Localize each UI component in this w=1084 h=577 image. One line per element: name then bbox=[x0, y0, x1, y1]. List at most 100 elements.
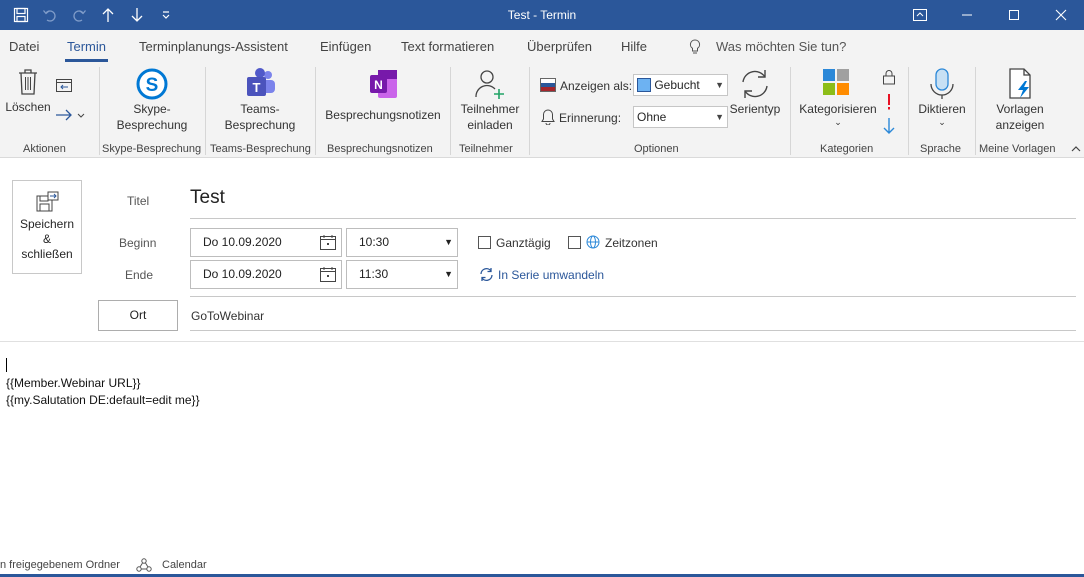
end-date-value: Do 10.09.2020 bbox=[203, 267, 282, 281]
teams-meeting-button[interactable]: T Teams- Besprechung bbox=[216, 67, 304, 133]
tab-termin[interactable]: Termin bbox=[64, 39, 109, 62]
end-time-value: 11:30 bbox=[359, 267, 389, 281]
save-close-button[interactable]: Speichern & schließen bbox=[12, 180, 82, 274]
tab-einfuegen[interactable]: Einfügen bbox=[320, 39, 371, 54]
shared-folder-status: n freigegebenem Ordner bbox=[0, 559, 120, 571]
meeting-notes-button[interactable]: N Besprechungsnotizen bbox=[323, 67, 443, 123]
arrow-down-icon[interactable] bbox=[122, 0, 151, 30]
location-underline bbox=[190, 330, 1076, 331]
recurrence-button[interactable]: Serientyp bbox=[729, 67, 781, 117]
recurring-icon[interactable] bbox=[479, 267, 494, 282]
invite-attendees-button[interactable]: Teilnehmer einladen bbox=[455, 67, 525, 133]
skype-label-line1: Skype- bbox=[133, 102, 171, 116]
start-date-value: Do 10.09.2020 bbox=[203, 235, 282, 249]
save-close-line3: schließen bbox=[21, 247, 73, 261]
save-icon[interactable] bbox=[6, 0, 35, 30]
skype-meeting-button[interactable]: S Skype- Besprechung bbox=[108, 67, 196, 133]
categorize-button[interactable]: Kategorisieren ⌄ bbox=[797, 67, 879, 127]
move-arrow-icon[interactable] bbox=[55, 108, 85, 122]
window-controls bbox=[896, 0, 1084, 30]
tab-text-formatieren[interactable]: Text formatieren bbox=[401, 39, 494, 54]
show-as-dropdown[interactable]: Gebucht ▼ bbox=[633, 74, 728, 96]
view-templates-button[interactable]: Vorlagen anzeigen bbox=[984, 67, 1056, 133]
undo-icon[interactable] bbox=[35, 0, 64, 30]
chevron-down-icon: ⌄ bbox=[834, 117, 842, 127]
low-importance-icon[interactable] bbox=[882, 117, 896, 135]
microphone-icon bbox=[925, 67, 959, 101]
dictate-label: Diktieren bbox=[918, 102, 966, 116]
separator bbox=[908, 67, 909, 155]
make-recurring-link[interactable]: In Serie umwandeln bbox=[498, 268, 604, 282]
separator bbox=[205, 67, 206, 155]
group-label-templates: Meine Vorlagen bbox=[979, 143, 1056, 155]
start-time-field[interactable]: 10:30 ▼ bbox=[346, 228, 458, 257]
tab-ueberpruefen[interactable]: Überprüfen bbox=[527, 39, 592, 54]
arrow-up-icon[interactable] bbox=[93, 0, 122, 30]
end-time-field[interactable]: 11:30 ▼ bbox=[346, 260, 458, 289]
shared-calendar-icon bbox=[136, 557, 152, 573]
all-day-checkbox[interactable] bbox=[478, 236, 491, 249]
location-input[interactable]: GoToWebinar bbox=[191, 309, 264, 323]
close-icon[interactable] bbox=[1037, 0, 1084, 30]
end-label: Ende bbox=[125, 268, 154, 282]
show-as-label: Anzeigen als: bbox=[560, 79, 633, 93]
skype-label-line2: Besprechung bbox=[116, 118, 188, 132]
body-line: {{Member.Webinar URL}} bbox=[6, 376, 141, 390]
separator bbox=[529, 67, 530, 155]
categorize-label: Kategorisieren bbox=[799, 102, 877, 116]
title-bar: Test - Termin bbox=[0, 0, 1084, 30]
appointment-form: Speichern & schließen Titel Test Beginn … bbox=[0, 159, 1084, 341]
calendar-icon[interactable] bbox=[320, 235, 336, 250]
separator bbox=[790, 67, 791, 155]
reminder-dropdown[interactable]: Ohne ▼ bbox=[633, 106, 728, 128]
divider bbox=[190, 296, 1076, 297]
customize-icon[interactable] bbox=[151, 0, 180, 30]
lightbulb-icon bbox=[689, 39, 701, 55]
end-date-field[interactable]: Do 10.09.2020 bbox=[190, 260, 342, 289]
quick-access-toolbar bbox=[6, 0, 180, 30]
high-importance-icon[interactable] bbox=[885, 93, 893, 111]
time-zones-label: Zeitzonen bbox=[605, 236, 658, 250]
invite-label-line1: Teilnehmer bbox=[460, 102, 520, 116]
redo-icon[interactable] bbox=[64, 0, 93, 30]
all-day-label: Ganztägig bbox=[496, 236, 551, 250]
calendar-name: Calendar bbox=[162, 559, 207, 571]
title-input[interactable]: Test bbox=[190, 187, 225, 209]
start-label: Beginn bbox=[119, 236, 157, 250]
trash-icon bbox=[13, 67, 43, 97]
reminder-value: Ohne bbox=[637, 110, 667, 124]
save-close-icon bbox=[35, 191, 59, 213]
tell-me-search[interactable]: Was möchten Sie tun? bbox=[716, 39, 846, 54]
collapse-ribbon-icon[interactable] bbox=[1071, 145, 1081, 153]
reminder-label: Erinnerung: bbox=[559, 111, 622, 125]
status-bar: n freigegebenem Ordner Calendar bbox=[0, 556, 1084, 577]
svg-text:T: T bbox=[253, 80, 261, 95]
message-body[interactable]: {{Member.Webinar URL}} {{my.Salutation D… bbox=[0, 341, 1084, 556]
maximize-icon[interactable] bbox=[990, 0, 1037, 30]
invite-label-line2: einladen bbox=[467, 118, 513, 132]
teams-icon: T bbox=[243, 67, 277, 101]
start-date-field[interactable]: Do 10.09.2020 bbox=[190, 228, 342, 257]
chevron-down-icon: ▼ bbox=[444, 237, 453, 247]
delete-button[interactable]: Löschen bbox=[4, 67, 52, 115]
calendar-forward-icon[interactable] bbox=[56, 77, 72, 93]
separator bbox=[450, 67, 451, 155]
save-close-line1: Speichern bbox=[19, 217, 75, 231]
chevron-down-icon: ▼ bbox=[715, 112, 724, 122]
time-zones-checkbox[interactable] bbox=[568, 236, 581, 249]
svg-text:N: N bbox=[374, 78, 383, 92]
group-label-attendees: Teilnehmer bbox=[459, 143, 513, 155]
tab-hilfe[interactable]: Hilfe bbox=[621, 39, 647, 54]
save-close-line2: & bbox=[42, 232, 51, 246]
categorize-icon bbox=[821, 67, 855, 101]
group-label-categories: Kategorien bbox=[820, 143, 874, 155]
busy-color-swatch bbox=[637, 78, 651, 92]
calendar-icon[interactable] bbox=[320, 267, 336, 282]
tab-datei[interactable]: Datei bbox=[9, 39, 39, 54]
location-button[interactable]: Ort bbox=[98, 300, 178, 331]
minimize-icon[interactable] bbox=[943, 0, 990, 30]
tab-terminplanungs-assistent[interactable]: Terminplanungs-Assistent bbox=[139, 39, 288, 54]
lock-icon[interactable] bbox=[882, 69, 896, 85]
ribbon-display-icon[interactable] bbox=[896, 0, 943, 30]
dictate-button[interactable]: Diktieren ⌄ bbox=[912, 67, 972, 127]
